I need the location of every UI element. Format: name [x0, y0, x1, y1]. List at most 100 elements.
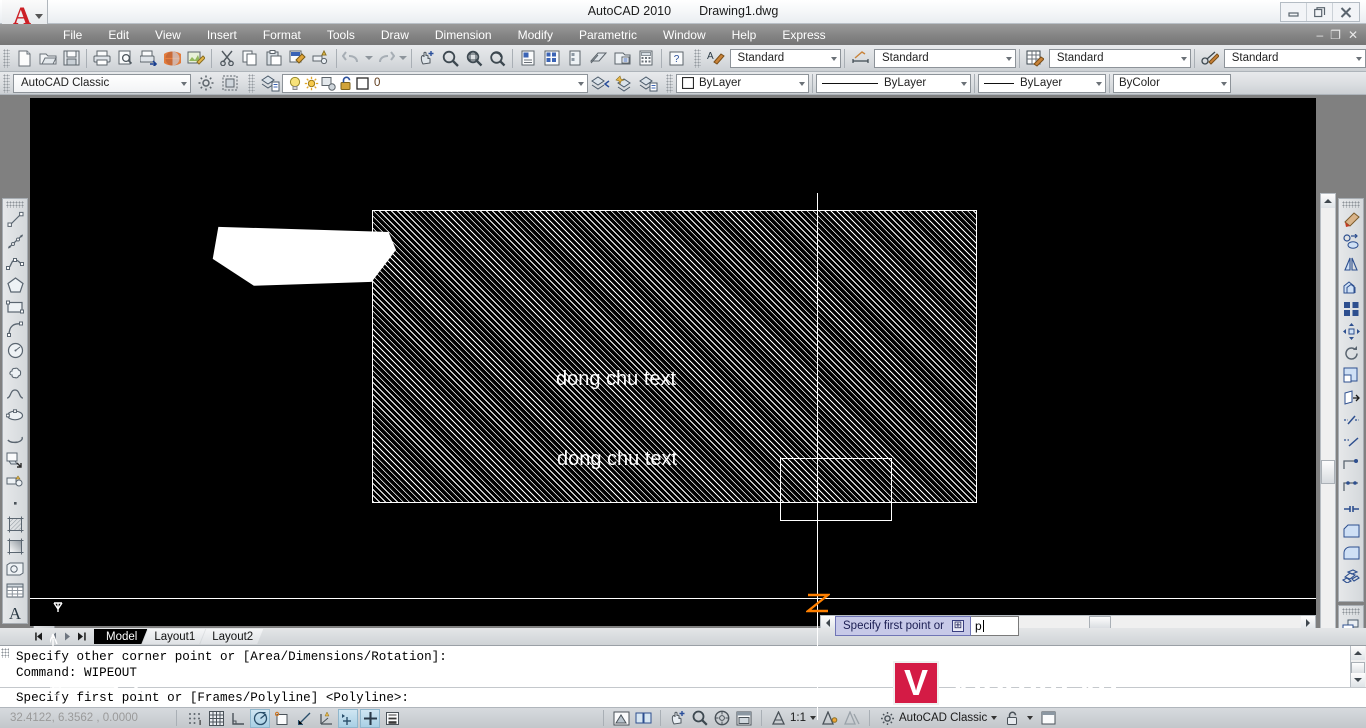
text-style-icon[interactable]: A — [704, 47, 728, 70]
cad-text-top[interactable]: dong chu text — [556, 368, 676, 391]
polyline-icon[interactable] — [4, 252, 26, 274]
make-layer-current-icon[interactable] — [612, 72, 636, 95]
table-style-icon[interactable] — [1023, 47, 1047, 70]
command-window[interactable]: Specify other corner point or [Area/Dime… — [0, 645, 1366, 707]
snap-mode-toggle[interactable] — [184, 709, 204, 728]
layer-properties-icon[interactable] — [258, 72, 282, 95]
expand-options-icon[interactable]: ⊞ — [951, 620, 964, 632]
stretch-icon[interactable] — [1340, 387, 1362, 409]
toolbar-grip[interactable] — [3, 73, 10, 93]
multileader-style-combo[interactable]: Standard — [1223, 48, 1366, 68]
erase-icon[interactable] — [1340, 209, 1362, 231]
break-at-point-icon[interactable] — [1340, 453, 1362, 475]
model-space-button[interactable] — [611, 709, 631, 728]
multileader-style-icon[interactable] — [1198, 47, 1222, 70]
gradient-icon[interactable] — [4, 536, 26, 558]
layer-color-swatch[interactable] — [354, 72, 371, 95]
ellipse-arc-icon[interactable] — [4, 427, 26, 449]
undo-icon[interactable] — [340, 47, 364, 70]
pan-icon[interactable] — [415, 47, 439, 70]
dimension-style-icon[interactable] — [848, 47, 872, 70]
menu-item-insert[interactable]: Insert — [194, 26, 250, 44]
ellipse-icon[interactable] — [4, 405, 26, 427]
multiline-text-icon[interactable]: A — [4, 601, 26, 623]
allow-ucs-toggle[interactable] — [316, 709, 336, 728]
construction-line-icon[interactable] — [4, 231, 26, 253]
vertical-scroll-thumb[interactable] — [1321, 460, 1335, 484]
doc-restore-button[interactable]: ❐ — [1330, 28, 1341, 42]
plot-icon[interactable] — [90, 47, 114, 70]
fillet-icon[interactable] — [1340, 542, 1362, 564]
block-editor-icon[interactable] — [309, 47, 333, 70]
menu-item-modify[interactable]: Modify — [505, 26, 566, 44]
redo-dropdown-arrow-icon[interactable] — [398, 47, 409, 70]
object-snap-tracking-toggle[interactable] — [294, 709, 314, 728]
polygon-icon[interactable] — [4, 274, 26, 296]
coordinates-display[interactable]: 32.4122, 6.3562 , 0.0000 — [0, 712, 170, 724]
menu-item-file[interactable]: File — [50, 26, 95, 44]
properties-icon[interactable] — [516, 47, 540, 70]
dynamic-input-field[interactable]: p — [970, 616, 1019, 636]
paste-icon[interactable] — [262, 47, 286, 70]
menu-item-help[interactable]: Help — [719, 26, 770, 44]
app-minimize-button[interactable] — [1281, 3, 1307, 21]
dynamic-input-tooltip[interactable]: Specify first point or ⊞ p — [835, 616, 1019, 636]
rotate-icon[interactable] — [1340, 342, 1362, 364]
make-block-icon[interactable] — [4, 470, 26, 492]
menu-item-tools[interactable]: Tools — [314, 26, 368, 44]
join-icon[interactable] — [1340, 497, 1362, 519]
app-restore-button[interactable] — [1307, 3, 1333, 21]
scale-icon[interactable] — [1340, 364, 1362, 386]
scroll-up-arrow-icon[interactable] — [1351, 646, 1365, 660]
offset-icon[interactable] — [1340, 276, 1362, 298]
line-icon[interactable] — [4, 209, 26, 231]
3dorbit-icon[interactable] — [161, 47, 185, 70]
pan-button[interactable] — [668, 709, 688, 728]
toolbar-grip[interactable] — [248, 73, 255, 93]
redo-icon[interactable] — [374, 47, 398, 70]
zoom-previous-icon[interactable] — [486, 47, 510, 70]
open-file-icon[interactable] — [36, 47, 60, 70]
cut-icon[interactable] — [215, 47, 239, 70]
auto-scale-button[interactable] — [842, 709, 862, 728]
lineweight-control-combo[interactable]: ByLayer — [978, 73, 1106, 93]
zoom-button[interactable] — [690, 709, 710, 728]
menu-item-format[interactable]: Format — [250, 26, 314, 44]
chevron-down-icon[interactable] — [991, 716, 998, 720]
toolbar-grip[interactable] — [3, 48, 10, 68]
model-space-canvas[interactable] — [30, 98, 1316, 626]
menu-item-window[interactable]: Window — [650, 26, 719, 44]
circle-icon[interactable] — [4, 340, 26, 362]
nav-first-button[interactable] — [33, 630, 46, 644]
save-icon[interactable] — [60, 47, 84, 70]
doc-minimize-button[interactable]: – — [1316, 28, 1323, 42]
toolbar-grip[interactable] — [666, 73, 673, 93]
mirror-icon[interactable] — [1340, 253, 1362, 275]
move-icon[interactable] — [1340, 320, 1362, 342]
layer-states-icon[interactable] — [636, 72, 660, 95]
scroll-down-arrow-icon[interactable] — [1351, 673, 1365, 687]
workspace-icon[interactable] — [218, 72, 242, 95]
zoom-realtime-icon[interactable] — [439, 47, 463, 70]
unlock-icon[interactable] — [337, 72, 354, 95]
match-properties-icon[interactable] — [286, 47, 310, 70]
lineweight-toggle[interactable] — [382, 709, 402, 728]
polar-tracking-toggle[interactable] — [250, 708, 270, 728]
status-dropdown-arrow-icon[interactable] — [1024, 709, 1036, 728]
toolbar-grip[interactable] — [1342, 608, 1360, 615]
menu-item-express[interactable]: Express — [769, 26, 838, 44]
table-icon[interactable] — [4, 579, 26, 601]
doc-close-button[interactable]: ✕ — [1348, 28, 1358, 42]
menu-item-parametric[interactable]: Parametric — [566, 26, 650, 44]
copy-object-icon[interactable] — [1340, 231, 1362, 253]
spline-icon[interactable] — [4, 383, 26, 405]
layout-tab-layout2[interactable]: Layout2 — [200, 629, 263, 644]
menu-item-dimension[interactable]: Dimension — [422, 26, 505, 44]
table-style-combo[interactable]: Standard — [1048, 48, 1192, 68]
sheet-set-manager-icon[interactable] — [587, 47, 611, 70]
toolbar-grip[interactable] — [694, 48, 701, 68]
workspace-combo[interactable]: AutoCAD Classic — [13, 73, 191, 93]
workspace-switching-control[interactable]: AutoCAD Classic — [876, 711, 1001, 726]
zoom-window-icon[interactable] — [462, 47, 486, 70]
lightbulb-icon[interactable] — [286, 72, 303, 95]
